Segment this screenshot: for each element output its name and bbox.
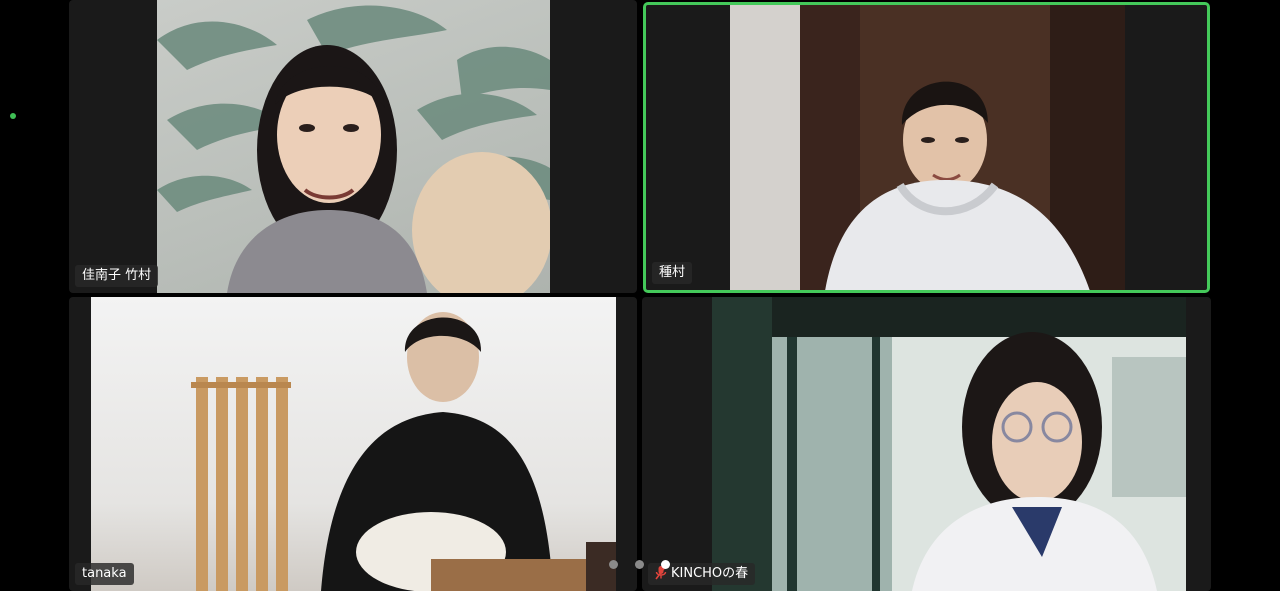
page-dot[interactable] <box>609 560 618 569</box>
video-scene <box>712 297 1186 591</box>
video-feed <box>730 5 1125 290</box>
video-scene <box>191 312 616 591</box>
video-scene <box>730 5 1125 290</box>
page-dot-active[interactable] <box>661 560 670 569</box>
participant-name-tag: 佳南子 竹村 <box>75 265 159 287</box>
video-scene <box>157 5 550 293</box>
page-dot[interactable] <box>635 560 644 569</box>
participant-name: tanaka <box>82 566 127 581</box>
video-feed <box>712 297 1186 591</box>
participant-name-tag: 種村 <box>652 262 693 284</box>
video-feed <box>157 0 550 293</box>
video-tile-4[interactable]: KINCHOの春 <box>642 297 1211 591</box>
video-tile-2-active-speaker[interactable]: 種村 <box>643 2 1210 293</box>
participant-name: 種村 <box>659 265 686 280</box>
status-dot <box>10 113 16 119</box>
participant-name: KINCHOの春 <box>671 566 749 581</box>
video-tile-3[interactable]: tanaka <box>69 297 637 591</box>
video-tile-1[interactable]: 佳南子 竹村 <box>69 0 637 293</box>
page-indicator <box>609 560 670 569</box>
video-feed <box>91 297 616 591</box>
participant-name: 佳南子 竹村 <box>82 268 152 283</box>
participant-name-tag: tanaka <box>75 563 134 585</box>
